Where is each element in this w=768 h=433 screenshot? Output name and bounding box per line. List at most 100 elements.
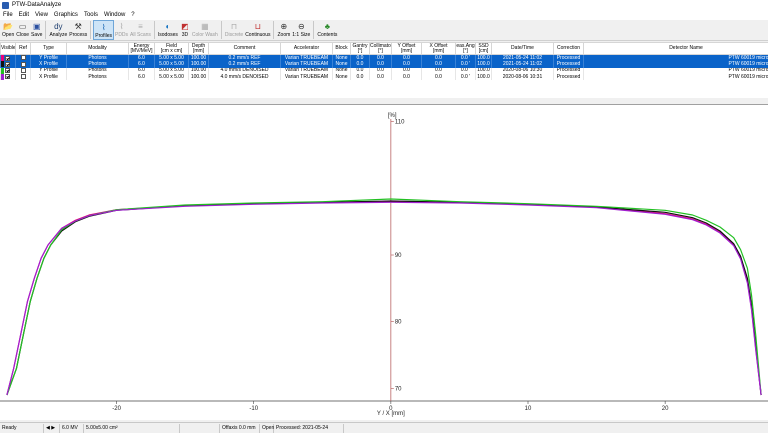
- profiles-label: Profiles: [95, 33, 112, 39]
- profiles-button[interactable]: ⌇ Profiles: [93, 20, 114, 40]
- visible-checkbox[interactable]: [5, 61, 10, 67]
- zoom-button[interactable]: ⊕ Zoom: [276, 20, 291, 40]
- ref-checkbox[interactable]: [20, 61, 26, 67]
- continuous-button[interactable]: ⊔ Continuous: [244, 20, 271, 40]
- column-header[interactable]: Ref: [15, 42, 31, 55]
- column-header[interactable]: Depth [mm]: [188, 42, 209, 55]
- column-header[interactable]: X Offset [mm]: [421, 42, 456, 55]
- discrete-icon: ⊓: [230, 21, 238, 31]
- ref-checkbox[interactable]: [20, 74, 26, 80]
- profile-series-line-2: [6, 198, 762, 396]
- x-tick-label: -10: [249, 406, 258, 412]
- process-button[interactable]: ⚒ Process: [68, 20, 88, 40]
- table-cell: 2020-08-06 10:31: [491, 73, 554, 81]
- column-header[interactable]: Collimator [°]: [369, 42, 392, 55]
- zoom-1to1-icon: ⊖: [297, 21, 305, 31]
- visible-checkbox[interactable]: [5, 74, 10, 80]
- visible-checkbox[interactable]: [5, 55, 10, 61]
- visible-cell[interactable]: [0, 54, 16, 62]
- profile-plot[interactable]: -20 -10 0 10 20 70 80 90 110 [%] Y / X [mm]: [0, 104, 768, 420]
- menu-edit[interactable]: Edit: [19, 12, 29, 18]
- ref-cell[interactable]: [15, 73, 31, 81]
- profiles-icon: ⌇: [101, 22, 106, 32]
- table-cell: 6.0: [128, 54, 155, 62]
- table-row[interactable]: Y Profile Photons 6.0 5.00 x 5.00 100.00 0.2 …: [0, 54, 768, 62]
- analyze-icon: dy: [54, 21, 63, 31]
- column-header[interactable]: Block: [332, 42, 351, 55]
- ref-cell[interactable]: [15, 54, 31, 62]
- series-color-swatch: [1, 67, 4, 74]
- analyze-label: Analyze: [49, 32, 68, 38]
- 3d-label: 3D: [181, 32, 189, 38]
- column-header[interactable]: Comment: [208, 42, 281, 55]
- menu-graphics[interactable]: Graphics: [54, 12, 78, 18]
- profile-series-line-3: [6, 201, 762, 396]
- isodoses-button[interactable]: ◐ Isodoses: [157, 20, 179, 40]
- column-header[interactable]: Type: [30, 42, 67, 55]
- visible-checkbox[interactable]: [5, 68, 10, 74]
- column-header[interactable]: eas.Ang [°]: [455, 42, 476, 55]
- table-header: Visible Ref Type Modality Energy [MV/MeV] Fie…: [0, 42, 768, 55]
- menu-window[interactable]: Window: [104, 12, 125, 18]
- menu-tools[interactable]: Tools: [84, 12, 98, 18]
- pdd-icon: ⌇: [119, 21, 124, 31]
- status-nav-prev[interactable]: ◀ ▶: [44, 423, 60, 433]
- close-label: Close: [16, 32, 30, 38]
- table-cell: 0.0: [350, 54, 370, 62]
- x-axis-label: Y / X [mm]: [377, 411, 405, 417]
- column-header[interactable]: Modality: [66, 42, 129, 55]
- process-label: Process: [69, 32, 88, 38]
- column-header[interactable]: Y Offset [mm]: [391, 42, 422, 55]
- column-header[interactable]: Visible: [0, 42, 16, 55]
- close-file-icon: ▭: [18, 21, 27, 31]
- column-header[interactable]: Detector Name: [583, 42, 768, 55]
- all-scans-label: All Scans: [130, 32, 151, 38]
- x-tick-label: 10: [525, 406, 532, 412]
- table-cell: 100.00: [188, 73, 209, 81]
- menu-bar: File Edit View Graphics Tools Window ?: [0, 10, 768, 20]
- table-cell: 0.2 mm/s REF: [208, 54, 281, 62]
- menu-file[interactable]: File: [3, 12, 13, 18]
- toolbar-separator: [153, 21, 155, 39]
- open-button[interactable]: 📂 Open: [1, 20, 15, 40]
- 1-1-size-button[interactable]: ⊖ 1:1 Size: [291, 20, 311, 40]
- column-header[interactable]: Gantry [°]: [350, 42, 370, 55]
- save-button[interactable]: ▣ Save: [30, 20, 43, 40]
- x-tick-label: -20: [112, 406, 121, 412]
- table-cell: Processed: [553, 54, 584, 62]
- analyze-button[interactable]: dy Analyze: [48, 20, 68, 40]
- table-cell: 0.0 ': [455, 54, 476, 62]
- 3d-button[interactable]: ◩ 3D: [179, 20, 191, 40]
- column-header[interactable]: SSD [cm]: [475, 42, 492, 55]
- column-header[interactable]: Field [cm x cm]: [154, 42, 189, 55]
- status-offaxis: Offaxis 0.0 mm: [220, 423, 260, 433]
- y-tick-label: 110: [395, 120, 405, 126]
- column-header[interactable]: Date/Time: [491, 42, 554, 55]
- x-tick-label: 20: [662, 406, 669, 412]
- toolbar-separator: [220, 21, 222, 39]
- discrete-button: ⊓ Discrete: [224, 20, 244, 40]
- table-cell: Varian TRUEBEAM: [280, 73, 333, 81]
- column-header[interactable]: Correction: [553, 42, 584, 55]
- menu-view[interactable]: View: [35, 12, 48, 18]
- continuous-icon: ⊔: [254, 21, 261, 31]
- table-cell: 0.0: [350, 73, 370, 81]
- contents-label: Contents: [317, 32, 338, 38]
- discrete-label: Discrete: [224, 32, 244, 38]
- visible-cell[interactable]: [0, 73, 16, 81]
- process-tools-icon: ⚒: [74, 21, 82, 31]
- table-cell: 0.0: [391, 54, 422, 62]
- ref-checkbox[interactable]: [20, 67, 26, 73]
- status-ready: Ready: [0, 423, 44, 433]
- toolbar: 📂 Open ▭ Close ▣ Save dy Analyze ⚒ Process ⌇ Profil…: [0, 20, 768, 41]
- menu-help[interactable]: ?: [131, 12, 134, 18]
- title-bar: PTW-DataAnalyze: [0, 0, 768, 10]
- column-header[interactable]: Accelerator: [280, 42, 333, 55]
- contents-button[interactable]: ♣ Contents: [316, 20, 338, 40]
- close-button[interactable]: ▭ Close: [15, 20, 30, 40]
- table-row[interactable]: X Profile Photons 6.0 5.00 x 5.00 100.00 4.0 …: [0, 73, 768, 81]
- profile-chart[interactable]: -20 -10 0 10 20708090110[%]Y / X [mm]: [0, 105, 768, 421]
- ref-checkbox[interactable]: [20, 55, 26, 61]
- isodoses-label: Isodoses: [157, 32, 178, 38]
- column-header[interactable]: Energy [MV/MeV]: [128, 42, 155, 55]
